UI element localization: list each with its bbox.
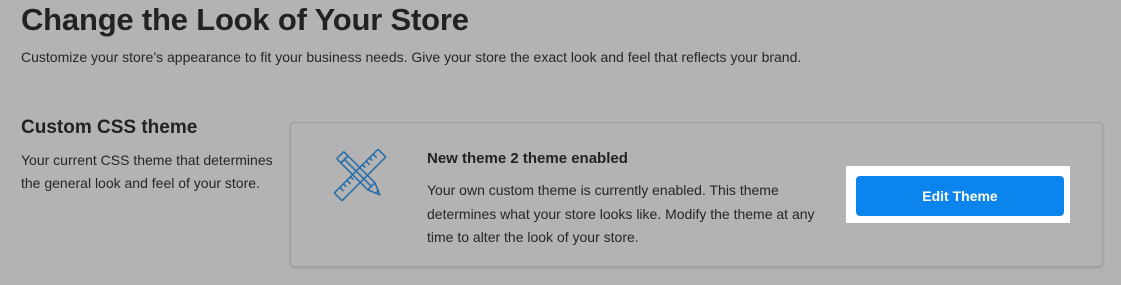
theme-card-title: New theme 2 theme enabled	[427, 150, 628, 167]
edit-theme-button[interactable]: Edit Theme	[856, 176, 1064, 216]
edit-theme-highlight: Edit Theme	[846, 166, 1070, 223]
section-description: Your current CSS theme that determines t…	[21, 152, 273, 191]
theme-card-description: Your own custom theme is currently enabl…	[427, 182, 815, 245]
ruler-pencil-icon	[333, 148, 387, 202]
section-title: Custom CSS theme	[21, 117, 198, 138]
page-description: Customize your store’s appearance to fit…	[21, 49, 802, 65]
page-title: Change the Look of Your Store	[21, 2, 469, 37]
